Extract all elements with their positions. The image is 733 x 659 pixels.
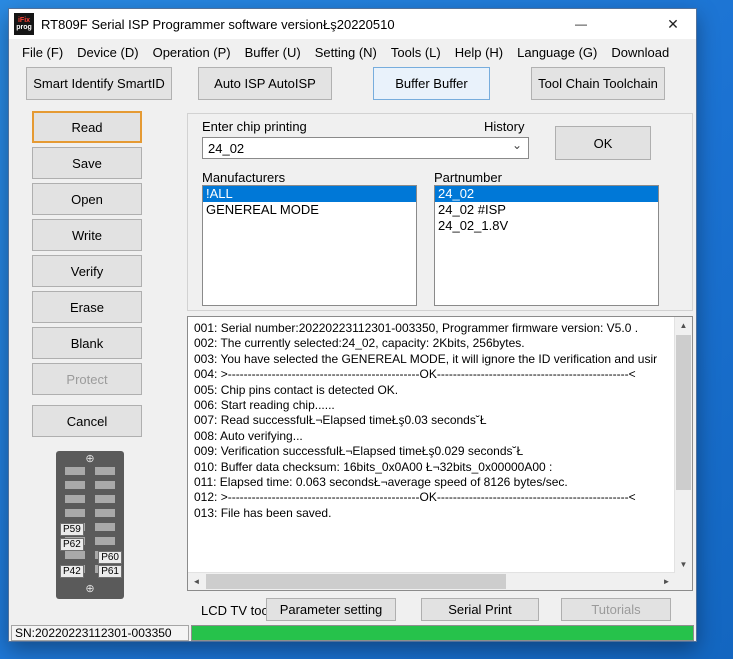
erase-button[interactable]: Erase	[32, 291, 142, 323]
menu-device[interactable]: Device (D)	[70, 42, 145, 63]
log-text: 001: Serial number:20220223112301-003350…	[188, 317, 675, 573]
app-window: iFix prog RT809F Serial ISP Programmer s…	[8, 8, 697, 642]
pin-label-p61: P61	[98, 565, 122, 578]
protect-button: Protect	[32, 363, 142, 395]
socket-marker-bottom-icon: ⊕	[56, 584, 124, 595]
pin-label-p60: P60	[98, 551, 122, 564]
history-label: History	[484, 119, 524, 134]
blank-button[interactable]: Blank	[32, 327, 142, 359]
minimize-icon: —	[575, 17, 587, 31]
save-button[interactable]: Save	[32, 147, 142, 179]
partnumber-item[interactable]: 24_02 #ISP	[435, 202, 658, 218]
read-button[interactable]: Read	[32, 111, 142, 143]
menu-help[interactable]: Help (H)	[448, 42, 510, 63]
log-line: 007: Read successfulŁ¬Elapsed timeŁş0.03…	[194, 413, 669, 428]
enter-chip-label: Enter chip printing	[202, 119, 307, 134]
chip-select-group: Enter chip printing History 24_02 ⌄ OK M…	[187, 113, 693, 311]
pin-label-p42: P42	[60, 565, 84, 578]
write-button[interactable]: Write	[32, 219, 142, 251]
horizontal-scrollbar[interactable]: ◄ ►	[188, 572, 675, 590]
log-line: 001: Serial number:20220223112301-003350…	[194, 321, 669, 336]
close-button[interactable]: ✕	[650, 9, 696, 39]
log-line: 005: Chip pins contact is detected OK.	[194, 383, 669, 398]
titlebar[interactable]: iFix prog RT809F Serial ISP Programmer s…	[9, 9, 696, 39]
minimize-button[interactable]: —	[558, 9, 604, 39]
tab-smart-identify[interactable]: Smart Identify SmartID	[26, 67, 172, 100]
menubar: File (F) Device (D) Operation (P) Buffer…	[9, 39, 696, 65]
scroll-down-icon[interactable]: ▼	[675, 556, 692, 573]
partnumber-listbox[interactable]: 24_02 24_02 #ISP 24_02_1.8V	[434, 185, 659, 306]
tab-buffer[interactable]: Buffer Buffer	[373, 67, 490, 100]
progress-bar	[191, 625, 694, 641]
tutorials-button: Tutorials	[561, 598, 671, 621]
log-line: 004: >----------------------------------…	[194, 367, 669, 382]
pin-label-p62: P62	[60, 538, 84, 551]
menu-setting[interactable]: Setting (N)	[308, 42, 384, 63]
open-button[interactable]: Open	[32, 183, 142, 215]
menu-buffer[interactable]: Buffer (U)	[238, 42, 308, 63]
desktop: { "window": { "title": "RT809F Serial IS…	[0, 0, 733, 659]
serial-print-button[interactable]: Serial Print	[421, 598, 539, 621]
partnumber-item[interactable]: 24_02_1.8V	[435, 218, 658, 234]
logo-text-bottom: prog	[16, 24, 32, 31]
scroll-left-icon[interactable]: ◄	[188, 573, 205, 590]
lcd-tv-tool-label: LCD TV tool	[201, 603, 272, 618]
cancel-button[interactable]: Cancel	[32, 405, 142, 437]
socket-marker-top-icon: ⊕	[56, 454, 124, 465]
verify-button[interactable]: Verify	[32, 255, 142, 287]
zif-socket-graphic: ⊕ P59 P62 P42 P60 P61 ⊕	[56, 451, 124, 599]
menu-download[interactable]: Download	[604, 42, 676, 63]
close-icon: ✕	[667, 16, 679, 33]
scroll-up-icon[interactable]: ▲	[675, 317, 692, 334]
partnumber-label: Partnumber	[434, 170, 502, 185]
scrollbar-corner	[675, 573, 692, 590]
log-line: 009: Verification successfulŁ¬Elapsed ti…	[194, 444, 669, 459]
menu-operation[interactable]: Operation (P)	[146, 42, 238, 63]
menu-tools[interactable]: Tools (L)	[384, 42, 448, 63]
chip-search-combobox[interactable]: 24_02 ⌄	[202, 137, 529, 159]
manufacturers-listbox[interactable]: !ALL GENEREAL MODE	[202, 185, 417, 306]
chevron-down-icon[interactable]: ⌄	[512, 138, 522, 152]
log-line: 011: Elapsed time: 0.063 secondsŁ¬averag…	[194, 475, 669, 490]
parameter-setting-button[interactable]: Parameter setting	[266, 598, 396, 621]
vertical-scroll-thumb[interactable]	[676, 335, 691, 490]
vertical-scrollbar[interactable]: ▲ ▼	[674, 317, 692, 573]
window-title: RT809F Serial ISP Programmer software ve…	[41, 17, 395, 32]
scroll-right-icon[interactable]: ►	[658, 573, 675, 590]
logo-text-top: iFix	[18, 17, 30, 24]
menu-language[interactable]: Language (G)	[510, 42, 604, 63]
manufacturers-label: Manufacturers	[202, 170, 285, 185]
tab-auto-isp[interactable]: Auto ISP AutoISP	[198, 67, 332, 100]
manufacturer-item[interactable]: GENEREAL MODE	[203, 202, 416, 218]
log-output-box[interactable]: 001: Serial number:20220223112301-003350…	[187, 316, 693, 591]
partnumber-item[interactable]: 24_02	[435, 186, 658, 202]
horizontal-scroll-thumb[interactable]	[206, 574, 506, 589]
chip-search-value: 24_02	[208, 141, 244, 156]
log-line: 013: File has been saved.	[194, 506, 669, 521]
app-logo-icon: iFix prog	[14, 13, 34, 35]
log-line: 008: Auto verifying...	[194, 429, 669, 444]
serial-number-status: SN:20220223112301-003350	[11, 625, 189, 641]
log-line: 002: The currently selected:24_02, capac…	[194, 336, 669, 351]
ok-button[interactable]: OK	[555, 126, 651, 160]
pin-label-p59: P59	[60, 523, 84, 536]
manufacturer-item[interactable]: !ALL	[203, 186, 416, 202]
log-line: 003: You have selected the GENEREAL MODE…	[194, 352, 669, 367]
log-line: 006: Start reading chip......	[194, 398, 669, 413]
menu-file[interactable]: File (F)	[15, 42, 70, 63]
log-line: 012: >----------------------------------…	[194, 490, 669, 505]
tab-tool-chain[interactable]: Tool Chain Toolchain	[531, 67, 665, 100]
log-line: 010: Buffer data checksum: 16bits_0x0A00…	[194, 460, 669, 475]
